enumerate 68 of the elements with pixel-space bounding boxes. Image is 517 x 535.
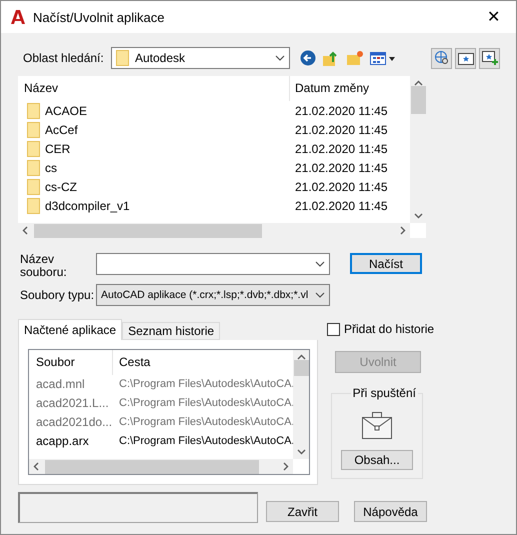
chevron-down-icon (275, 55, 285, 61)
chevron-left-icon[interactable] (22, 226, 28, 235)
file-cell: acad.mnl (36, 376, 85, 390)
tab[interactable]: Načtené aplikace (18, 319, 122, 340)
chevron-up-icon[interactable] (414, 80, 422, 86)
chevron-right-icon[interactable] (400, 226, 406, 235)
date-cell: 21.02.2020 11:45 (295, 180, 388, 194)
file-cell: acad2021.L... (36, 396, 109, 410)
date-cell: 21.02.2020 11:45 (295, 104, 388, 118)
folder-icon (27, 160, 40, 176)
help-button[interactable]: Nápověda (354, 501, 427, 522)
folder-icon (27, 122, 40, 138)
tab[interactable]: Seznam historie (122, 322, 220, 340)
folder-name[interactable]: CER (45, 142, 70, 156)
close-button[interactable]: ✕ (481, 7, 506, 27)
scrollbar-thumb[interactable] (45, 460, 259, 474)
briefcase-icon (362, 412, 392, 439)
horizontal-scrollbar[interactable] (29, 459, 293, 474)
folder-name[interactable]: cs-CZ (45, 180, 77, 194)
folder-icon (27, 140, 40, 156)
view-menu-icon[interactable] (370, 50, 396, 66)
chevron-down-icon (315, 292, 325, 298)
file-type-label: Soubory typu: (20, 288, 96, 302)
contents-button[interactable]: Obsah... (341, 450, 413, 470)
group-title: Při spuštění (350, 386, 418, 400)
date-cell: 21.02.2020 11:45 (295, 160, 388, 174)
folder-icon (27, 178, 40, 194)
date-cell: 21.02.2020 11:45 (295, 122, 388, 136)
load-button[interactable]: Načíst (350, 253, 422, 274)
file-cell: acapp.arx (36, 434, 89, 448)
folder-icon (116, 50, 129, 66)
file-name-label: Název souboru: (20, 253, 68, 279)
date-cell: 21.02.2020 11:45 (295, 142, 388, 156)
look-in-label: Oblast hledání: (23, 51, 105, 65)
horizontal-scrollbar[interactable] (18, 223, 410, 238)
column-header[interactable]: Cesta (113, 350, 293, 374)
file-cell: acad2021do... (36, 414, 112, 428)
column-header[interactable]: Soubor (29, 350, 113, 374)
chevron-down-icon (315, 261, 325, 267)
folder-name[interactable]: AcCef (45, 122, 78, 136)
folder-icon (27, 102, 40, 118)
add-favorite-button[interactable] (479, 48, 500, 68)
scrollbar-thumb[interactable] (410, 86, 426, 114)
scrollbar-thumb[interactable] (294, 360, 308, 376)
chevron-down-icon[interactable] (296, 449, 306, 455)
new-folder-icon[interactable] (346, 50, 364, 66)
window-title: Načíst/Uvolnit aplikace (33, 10, 166, 24)
close-dialog-button[interactable]: Zavřit (266, 501, 339, 522)
chevron-down-icon[interactable] (414, 213, 422, 219)
app-logo-icon (11, 10, 25, 24)
chevron-up-icon[interactable] (296, 354, 306, 360)
column-header[interactable]: Název (18, 76, 290, 101)
chevron-right-icon[interactable] (283, 462, 289, 471)
folder-icon (27, 198, 40, 214)
favorites-folder-button[interactable] (455, 48, 476, 68)
chevron-left-icon[interactable] (33, 462, 39, 471)
add-to-history-checkbox[interactable]: Přidat do historie (327, 322, 434, 336)
scrollbar-thumb[interactable] (34, 224, 262, 238)
folder-name[interactable]: cs (45, 160, 57, 174)
folder-name[interactable]: d3dcompiler_v1 (45, 198, 130, 212)
file-type-dropdown[interactable]: AutoCAD aplikace (*.crx;*.lsp;*.dvb;*.dbx;*.vl (96, 284, 330, 306)
vertical-scrollbar[interactable] (293, 350, 309, 459)
look-in-dropdown[interactable]: Autodesk (111, 47, 290, 69)
date-cell: 21.02.2020 11:45 (295, 198, 388, 212)
file-name-field[interactable] (96, 253, 330, 275)
column-header[interactable]: Datum změny (290, 76, 410, 101)
folder-name[interactable]: ACAOE (45, 104, 88, 118)
web-search-button[interactable] (431, 48, 452, 68)
